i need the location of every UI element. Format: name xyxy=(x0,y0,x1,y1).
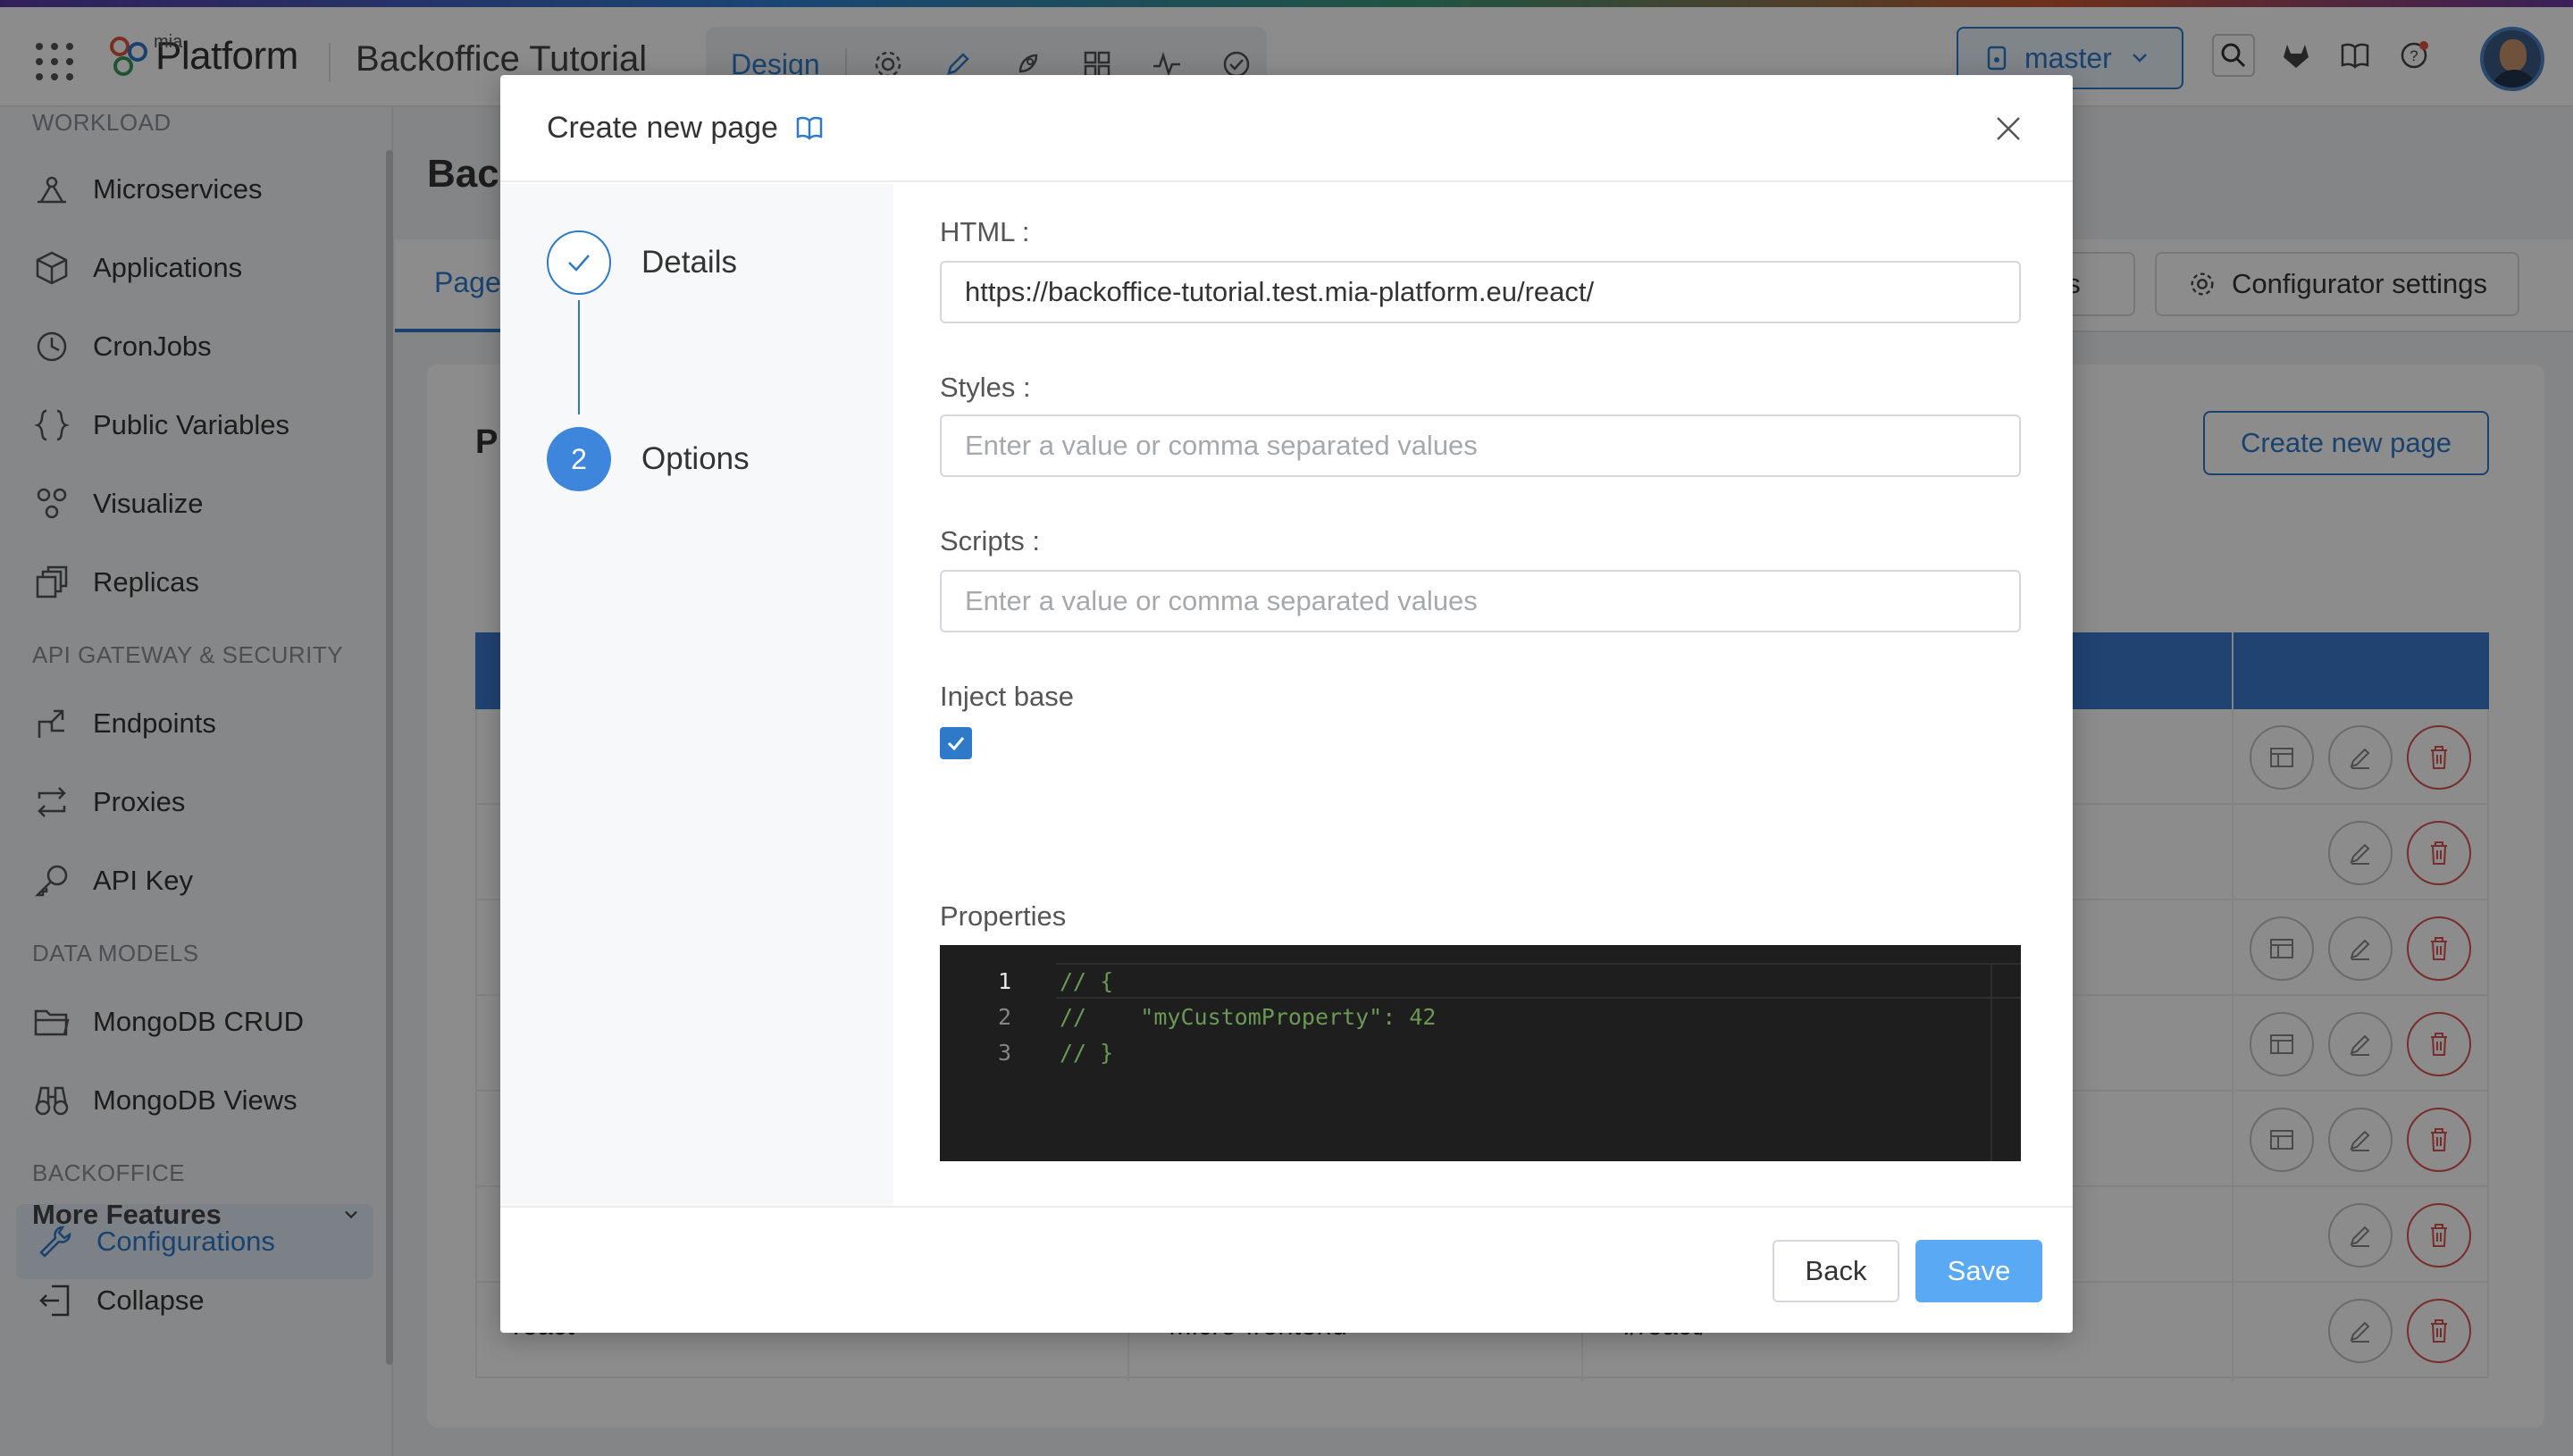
properties-label: Properties xyxy=(940,900,1067,932)
close-icon[interactable] xyxy=(1992,113,2024,145)
line-code: // } xyxy=(1060,1039,1114,1066)
properties-code-editor[interactable]: 1 // { 2 // "myCustomProperty": 42 3 // … xyxy=(940,945,2021,1161)
editor-line: 3 // } xyxy=(940,1034,1113,1070)
steps-panel xyxy=(500,184,893,1206)
line-code: // { xyxy=(1060,967,1114,994)
save-button[interactable]: Save xyxy=(1915,1240,2042,1302)
html-label: HTML : xyxy=(940,216,1030,247)
scripts-input[interactable]: Enter a value or comma separated values xyxy=(940,570,2021,632)
editor-ruler xyxy=(1991,963,1992,1161)
check-icon xyxy=(568,255,590,272)
styles-label: Styles : xyxy=(940,372,1031,403)
line-number: 3 xyxy=(997,1039,1011,1066)
current-line-highlight xyxy=(1056,963,2021,999)
modal-title: Create new page xyxy=(547,110,778,145)
line-code: // "myCustomProperty": 42 xyxy=(1060,1003,1437,1030)
step-details-indicator[interactable] xyxy=(547,230,611,295)
inject-base-label: Inject base xyxy=(940,681,1074,712)
step-details-label[interactable]: Details xyxy=(641,245,737,280)
step-connector xyxy=(578,300,580,414)
line-number: 1 xyxy=(997,967,1011,994)
modal-header: Create new page xyxy=(500,75,2073,182)
editor-line: 2 // "myCustomProperty": 42 xyxy=(940,999,1437,1034)
step-options-label: Options xyxy=(641,441,750,476)
scripts-label: Scripts : xyxy=(940,525,1040,556)
line-number: 2 xyxy=(997,1003,1011,1030)
check-icon xyxy=(947,737,965,751)
back-button[interactable]: Back xyxy=(1773,1240,1899,1302)
step-options-indicator: 2 xyxy=(547,427,611,491)
documentation-book-icon[interactable] xyxy=(794,113,825,143)
editor-line: 1 // { xyxy=(940,963,1113,999)
styles-input[interactable]: Enter a value or comma separated values xyxy=(940,414,2021,477)
inject-base-checkbox[interactable] xyxy=(940,727,972,759)
create-page-modal: Create new page Details 2 Options HTML :… xyxy=(500,75,2073,1333)
modal-footer: Back Save xyxy=(500,1206,2073,1333)
html-input[interactable]: https://backoffice-tutorial.test.mia-pla… xyxy=(940,261,2021,323)
